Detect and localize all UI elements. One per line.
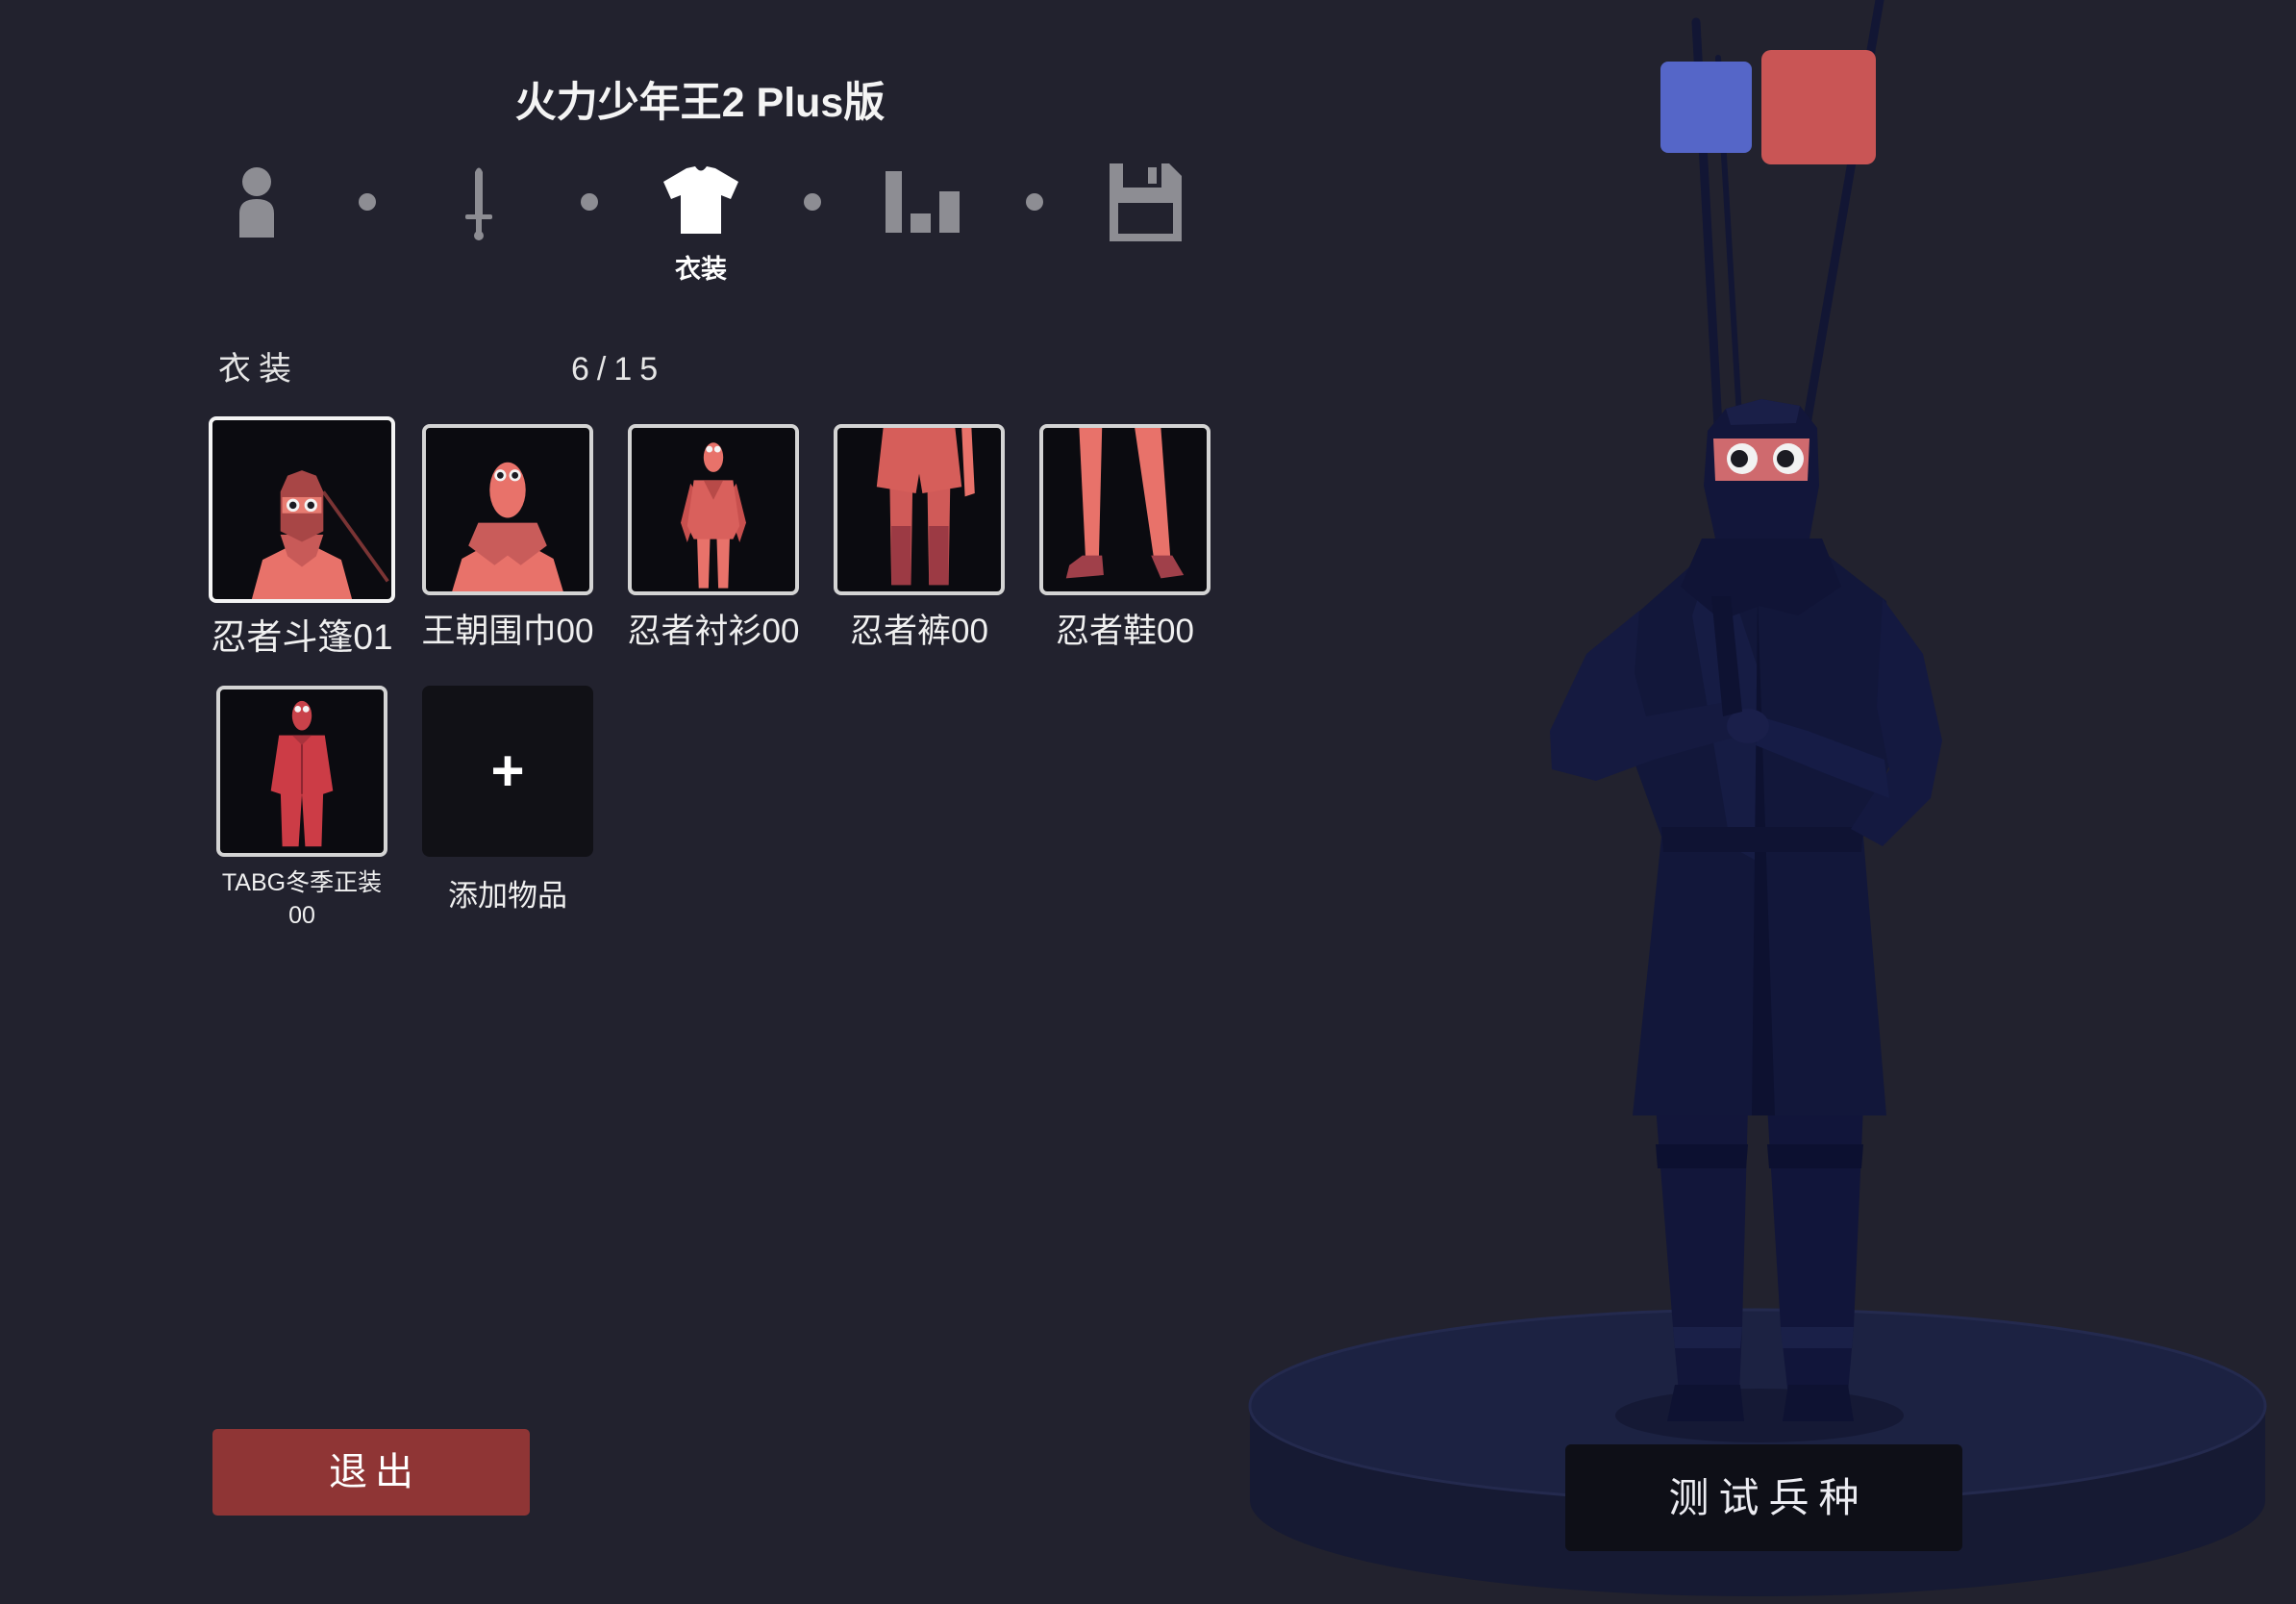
step-clothing[interactable]: 衣装: [645, 154, 757, 284]
editor-steps: 衣装: [201, 154, 1201, 284]
bar-chart-icon[interactable]: [880, 159, 966, 245]
floppy-disk-icon[interactable]: [1102, 159, 1188, 245]
clothing-item[interactable]: 忍者斗篷01: [199, 416, 405, 657]
item-count: 6/15: [571, 351, 666, 388]
step-separator: [535, 154, 646, 250]
step-separator-dot: [803, 193, 821, 211]
step-save[interactable]: [1089, 154, 1201, 250]
item-label: 忍者衬衫00: [627, 613, 800, 650]
item-thumbnail[interactable]: [216, 686, 387, 857]
sword-icon[interactable]: [436, 159, 522, 245]
step-separator: [312, 154, 424, 250]
item-thumbnail[interactable]: [422, 424, 593, 595]
add-item-tile[interactable]: + 添加物品: [405, 678, 611, 914]
item-label: 忍者裤00: [850, 613, 988, 650]
hooded-head: [1704, 399, 1819, 539]
step-separator-dot: [359, 193, 377, 211]
winter-suit-thumbnail: [270, 700, 334, 847]
dynasty-scarf-thumbnail: [452, 462, 563, 591]
exit-button[interactable]: 退出: [212, 1429, 530, 1516]
step-separator-dot: [581, 193, 599, 211]
shirt-icon[interactable]: [658, 159, 744, 245]
item-thumbnail[interactable]: [628, 424, 799, 595]
item-label: 王朝围巾00: [421, 613, 594, 650]
team-color-blue-swatch[interactable]: [1660, 62, 1752, 153]
item-thumbnail[interactable]: [1039, 424, 1210, 595]
ninja-pants-thumbnail: [876, 428, 975, 586]
item-label: 忍者鞋00: [1056, 613, 1194, 650]
add-item-button[interactable]: +: [422, 686, 593, 857]
item-thumbnail[interactable]: [834, 424, 1005, 595]
step-separator-dot: [1025, 193, 1043, 211]
item-label: TABG冬季正装00: [221, 869, 383, 929]
step-profile[interactable]: [201, 154, 312, 250]
ninja-shoes-thumbnail: [1065, 428, 1185, 579]
test-unit-button[interactable]: 测试兵种: [1565, 1444, 1962, 1551]
step-weapon[interactable]: [423, 154, 535, 250]
plus-icon[interactable]: +: [490, 742, 524, 800]
step-label-clothing: 衣装: [674, 255, 727, 284]
clothing-item[interactable]: TABG冬季正装00: [199, 678, 405, 932]
person-icon[interactable]: [213, 159, 300, 245]
step-separator: [757, 154, 868, 250]
step-stats[interactable]: [867, 154, 979, 250]
step-separator: [979, 154, 1090, 250]
add-item-label: 添加物品: [448, 879, 567, 913]
item-thumbnail[interactable]: [209, 416, 395, 603]
team-color-red-swatch[interactable]: [1761, 50, 1876, 164]
clothing-item[interactable]: 王朝围巾00: [405, 416, 611, 651]
ninja-shirt-thumbnail: [681, 442, 746, 589]
section-title: 衣装: [218, 351, 299, 388]
clothing-item[interactable]: 忍者鞋00: [1022, 416, 1228, 651]
character-model: [1550, 399, 1942, 1421]
page-title: 火力少年王2 Plus版: [514, 80, 886, 126]
clothing-item[interactable]: 忍者裤00: [816, 416, 1022, 651]
ninja-hood-thumbnail: [251, 470, 389, 599]
item-label: 忍者斗篷01: [211, 617, 393, 657]
clothing-item[interactable]: 忍者衬衫00: [611, 416, 816, 651]
